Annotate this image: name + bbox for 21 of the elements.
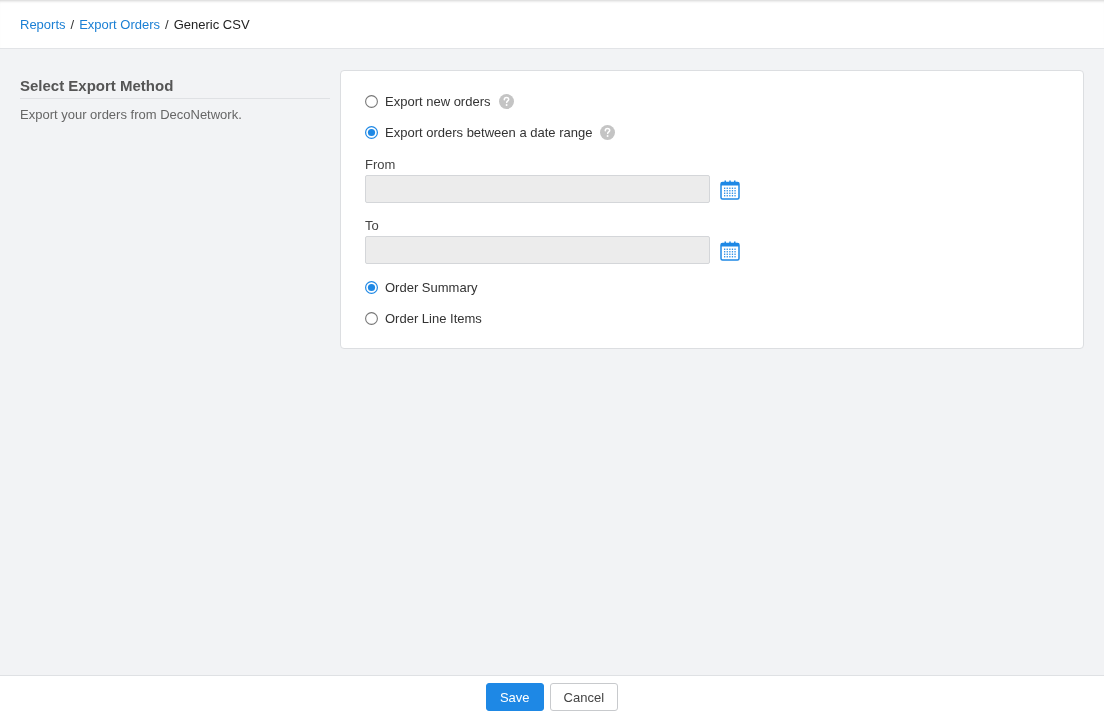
radio-label[interactable]: Order Line Items [385, 310, 482, 326]
calendar-icon[interactable] [720, 180, 740, 200]
radio-label[interactable]: Export orders between a date range [385, 124, 593, 140]
breadcrumb-separator: / [70, 16, 75, 32]
breadcrumb-separator: / [165, 16, 169, 32]
radio-label[interactable]: Export new orders [385, 93, 491, 109]
radio-button[interactable] [365, 280, 378, 294]
breadcrumb-link[interactable]: Export Orders [79, 16, 161, 32]
radio-button[interactable] [365, 125, 378, 139]
field-label: To [365, 218, 379, 234]
breadcrumb-link[interactable]: Reports [20, 16, 66, 32]
breadcrumb-current: Generic CSV [173, 16, 250, 32]
save-button[interactable]: Save [485, 683, 544, 711]
section-description: Export your orders from DecoNetwork. [20, 107, 242, 122]
calendar-icon[interactable] [720, 241, 740, 261]
cancel-button[interactable]: Cancel [549, 683, 619, 711]
section-title: Select Export Method [20, 77, 330, 99]
radio-button[interactable] [365, 311, 378, 325]
radio-button[interactable] [365, 94, 378, 108]
radio-label[interactable]: Order Summary [385, 279, 478, 295]
field-label: From [365, 157, 396, 173]
